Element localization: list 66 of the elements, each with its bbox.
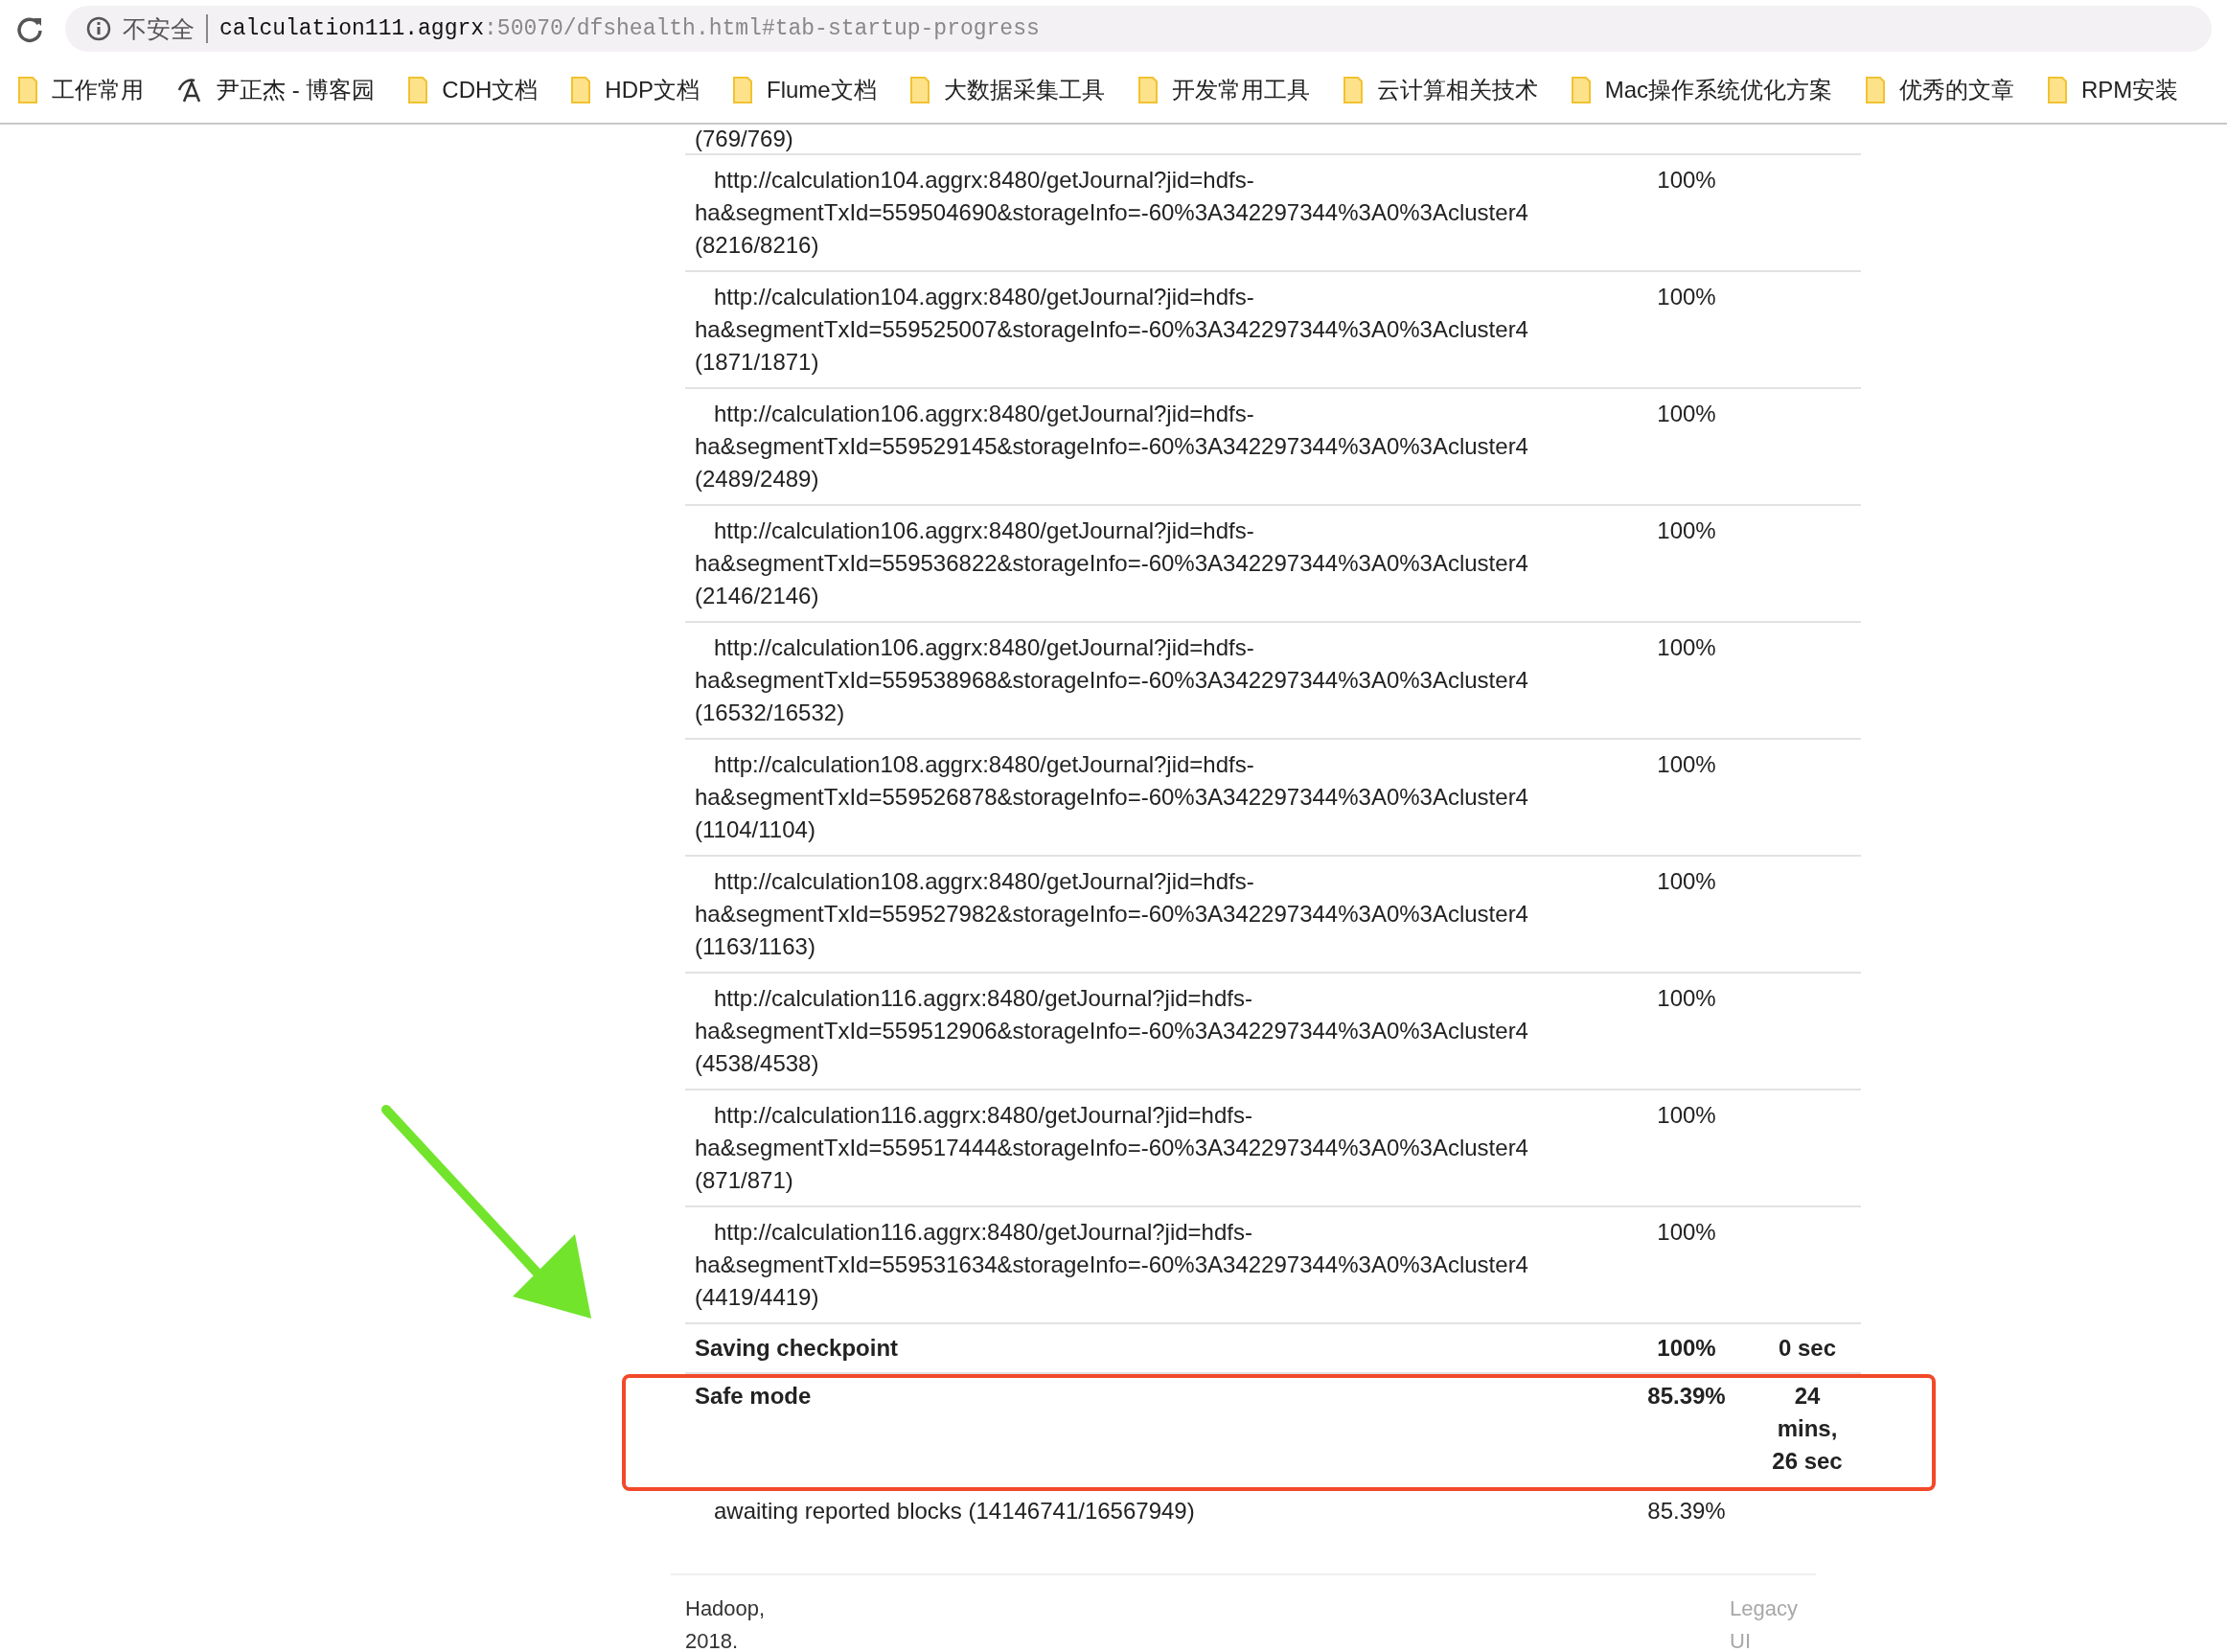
percent-complete: 100% [1656,867,1717,896]
percent-complete: 100% [1656,633,1717,662]
folder-icon [1570,77,1592,103]
bookmark[interactable]: 优秀的文章 [1865,75,2015,105]
bookmark[interactable]: 云计算相关技术 [1342,75,1538,105]
percent-complete: 100% [1656,750,1717,779]
record-count: (2146/2146) [695,583,819,608]
record-count: (1871/1871) [695,349,819,375]
folder-icon [732,77,753,103]
bookmark[interactable]: 开发常用工具 [1136,75,1310,105]
record-count: (1163/1163) [695,933,815,959]
percent-complete: 100% [1656,166,1717,195]
folder-icon [2047,77,2069,103]
record-count: (871/871) [695,1167,793,1193]
address-bar[interactable]: 不安全 calculation111.aggrx:50070/dfshealth.html#tab-startup-progress [65,6,2212,52]
elapsed-time: 0 sec [1777,1334,1838,1363]
folder-icon [407,77,429,103]
record-count: (8216/8216) [695,232,819,258]
percent-complete: 85.39% [1646,1382,1727,1411]
record-count: (769/769) [695,125,793,153]
record-count: (16532/16532) [695,700,845,725]
journal-url: http://calculation116.aggrx:8480/getJournal?jid=hdfs-ha&segmentTxId=559517444&storageInfo=-60%3A342297344%3A0%3Acluster4 [695,1101,1529,1162]
bookmark[interactable]: 大数据采集工具 [908,75,1105,105]
bookmark[interactable]: 工作常用 [17,75,144,105]
bookmark[interactable]: 尹正杰 - 博客园 [176,75,376,105]
percent-complete: 100% [1656,516,1717,545]
percent-complete: 100% [1656,1101,1717,1130]
journal-url: http://calculation108.aggrx:8480/getJournal?jid=hdfs-ha&segmentTxId=559527982&storageInfo=-60%3A342297344%3A0%3Acluster4 [695,867,1529,929]
copyright-text: Hadoop, 2018. [685,1595,767,1652]
journal-url: http://calculation116.aggrx:8480/getJournal?jid=hdfs-ha&segmentTxId=559512906&storageInfo=-60%3A342297344%3A0%3Acluster4 [695,984,1529,1045]
phase-name: Safe mode [694,1382,813,1411]
record-count: (2489/2489) [695,466,819,492]
record-count: (4419/4419) [695,1284,819,1310]
bookmark[interactable]: Mac操作系统优化方案 [1570,75,1833,105]
bookmark[interactable]: RPM安装 [2047,75,2179,105]
percent-complete: 85.39% [1646,1497,1727,1526]
bookmark[interactable]: HDP文档 [570,75,700,105]
folder-icon [1342,77,1364,103]
folder-icon [17,77,38,103]
percent-complete: 100% [1656,400,1717,428]
percent-complete: 100% [1656,1218,1717,1247]
bookmark-icon [176,77,203,103]
record-count: (4538/4538) [695,1050,819,1076]
bookmark[interactable]: Flume文档 [732,75,877,105]
page-url: calculation111.aggrx:50070/dfshealth.html#tab-startup-progress [219,16,1040,41]
journal-url: http://calculation116.aggrx:8480/getJournal?jid=hdfs-ha&segmentTxId=559531634&storageInfo=-60%3A342297344%3A0%3Acluster4 [695,1218,1529,1279]
record-count: (1104/1104) [695,816,815,842]
journal-url: http://calculation106.aggrx:8480/getJournal?jid=hdfs-ha&segmentTxId=559538968&storageInfo=-60%3A342297344%3A0%3Acluster4 [695,633,1529,695]
journal-url: http://calculation106.aggrx:8480/getJournal?jid=hdfs-ha&segmentTxId=559529145&storageInfo=-60%3A342297344%3A0%3Acluster4 [695,400,1529,461]
journal-url: http://calculation104.aggrx:8480/getJournal?jid=hdfs-ha&segmentTxId=559504690&storageInfo=-60%3A342297344%3A0%3Acluster4 [695,166,1529,227]
journal-url: http://calculation108.aggrx:8480/getJournal?jid=hdfs-ha&segmentTxId=559526878&storageInfo=-60%3A342297344%3A0%3Acluster4 [695,750,1529,812]
journal-url: http://calculation104.aggrx:8480/getJournal?jid=hdfs-ha&segmentTxId=559525007&storageInfo=-60%3A342297344%3A0%3Acluster4 [695,283,1529,344]
folder-icon [570,77,592,103]
security-label: 不安全 [123,13,195,44]
bookmark[interactable]: CDH文档 [407,75,539,105]
folder-icon [908,77,930,103]
folder-icon [1865,77,1887,103]
percent-complete: 100% [1656,984,1717,1013]
status-text: awaiting reported blocks (14146741/16567949) [713,1497,1196,1526]
journal-url: http://calculation106.aggrx:8480/getJournal?jid=hdfs-ha&segmentTxId=559536822&storageInfo=-60%3A342297344%3A0%3Acluster4 [695,516,1529,578]
percent-complete: 100% [1656,1334,1717,1363]
elapsed-time: 24 mins, 26 sec [1771,1382,1844,1476]
percent-complete: 100% [1656,283,1717,311]
info-icon[interactable] [86,16,111,41]
phase-name: Saving checkpoint [694,1334,900,1363]
folder-icon [1136,77,1159,103]
